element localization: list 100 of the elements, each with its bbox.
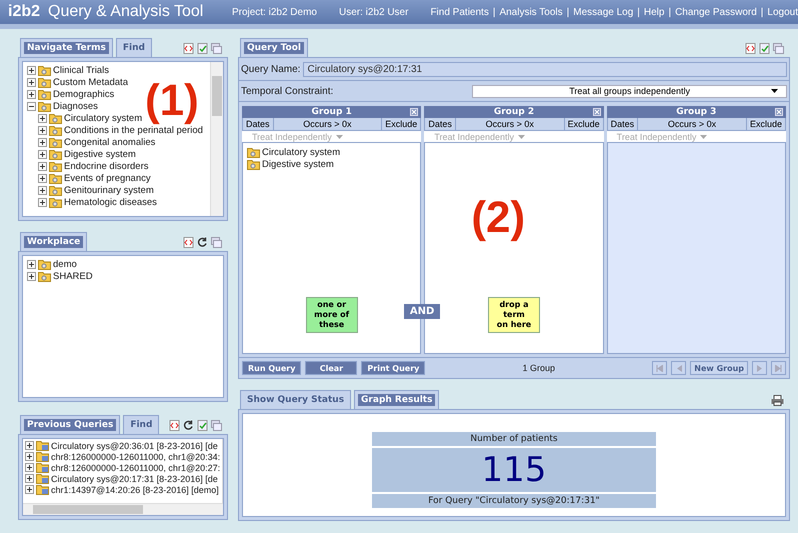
header-link[interactable]: Logout — [767, 6, 798, 18]
result-heading: Number of patients — [372, 432, 656, 446]
header-link[interactable]: Help — [644, 6, 664, 18]
plus-box-icon[interactable] — [25, 463, 34, 472]
tree-item[interactable]: chr1:14397@14:20:26 [8-23-2016] [demo] — [51, 484, 219, 494]
tree-item[interactable]: Circulatory system — [64, 112, 142, 124]
tree-item[interactable]: chr8:126000000-126011000, chr1@20:34: — [51, 452, 220, 462]
header-link[interactable]: Message Log — [573, 6, 634, 18]
tree-item[interactable]: Congenital anomalies — [64, 136, 156, 148]
exclude-button[interactable]: Exclude — [564, 118, 603, 130]
tree-item[interactable]: Genitourinary system — [64, 184, 154, 196]
concept-item[interactable]: Digestive system — [262, 158, 334, 170]
plus-box-icon[interactable] — [25, 485, 34, 494]
tree-item[interactable]: Hematologic diseases — [64, 196, 157, 208]
separator: | — [668, 6, 672, 18]
refresh-icon[interactable] — [183, 420, 194, 431]
tab[interactable]: Previous Queries — [20, 415, 120, 434]
check-icon[interactable] — [759, 43, 770, 54]
tab[interactable]: Show Query Status — [240, 390, 352, 409]
close-icon[interactable] — [774, 108, 783, 116]
plus-box-icon[interactable] — [27, 272, 36, 280]
scrollbar[interactable] — [210, 62, 223, 216]
patient-count: 115 — [372, 448, 656, 492]
minus-box-icon[interactable] — [27, 102, 36, 110]
dates-button[interactable]: Dates — [425, 118, 456, 130]
printer-icon[interactable] — [771, 395, 784, 406]
plus-box-icon[interactable] — [38, 186, 47, 194]
plus-box-icon[interactable] — [38, 114, 47, 122]
project-label: Project: i2b2 Demo — [232, 6, 317, 18]
xml-icon[interactable] — [169, 420, 180, 431]
tab[interactable]: Navigate Terms — [20, 38, 113, 57]
tree-item[interactable]: chr8:126000000-126011000, chr1@20:27: — [51, 462, 220, 472]
plus-box-icon[interactable] — [38, 198, 47, 206]
tab[interactable]: Find — [116, 38, 152, 57]
xml-icon[interactable] — [745, 43, 756, 54]
folder-icon — [49, 124, 62, 136]
plus-box-icon[interactable] — [38, 150, 47, 158]
header-link[interactable]: Find Patients — [430, 6, 489, 18]
folder-icon — [38, 258, 51, 270]
and-label: AND — [404, 304, 440, 319]
xml-icon[interactable] — [183, 43, 194, 54]
plus-box-icon[interactable] — [27, 78, 36, 86]
plus-box-icon[interactable] — [25, 452, 34, 461]
first-arrow-icon — [656, 364, 664, 372]
occurs-button[interactable]: Occurs > 0x — [638, 118, 747, 130]
plus-box-icon[interactable] — [38, 126, 47, 134]
occurs-button[interactable]: Occurs > 0x — [274, 118, 382, 130]
caret-icon[interactable] — [771, 88, 778, 94]
concept-item[interactable]: Circulatory system — [262, 146, 340, 158]
check-icon[interactable] — [197, 420, 208, 431]
horizontal-scrollbar[interactable] — [23, 503, 223, 515]
close-icon[interactable] — [410, 108, 418, 116]
tab[interactable]: Workplace — [20, 232, 88, 251]
tree-item[interactable]: Demographics — [53, 88, 114, 100]
folder-icon — [38, 100, 51, 112]
tree-item[interactable]: Conditions in the perinatal period — [64, 124, 203, 136]
tree-item[interactable]: Custom Metadata — [53, 76, 128, 88]
tree-item[interactable]: Circulatory sys@20:17:31 [8-23-2016] [de — [51, 474, 218, 484]
xml-icon[interactable] — [183, 237, 194, 248]
tree-item[interactable]: Diagnoses — [53, 100, 98, 112]
occurs-button[interactable]: Occurs > 0x — [456, 118, 565, 130]
plus-box-icon[interactable] — [25, 474, 34, 483]
plus-box-icon[interactable] — [27, 90, 36, 98]
plus-box-icon[interactable] — [38, 138, 47, 146]
refresh-icon[interactable] — [197, 237, 208, 248]
exclude-button[interactable]: Exclude — [382, 118, 420, 130]
scrollbar[interactable] — [222, 439, 223, 503]
tree-item[interactable]: Circulatory sys@20:36:01 [8-23-2016] [de — [51, 440, 218, 450]
tab[interactable]: Query Tool — [240, 38, 308, 57]
query-name-field[interactable]: Circulatory sys@20:17:31 — [303, 62, 787, 76]
tree-item[interactable]: Events of pregnancy — [64, 172, 151, 184]
tab[interactable]: Graph Results — [354, 390, 440, 409]
result-caption: For Query "Circulatory sys@20:17:31" — [372, 494, 656, 508]
tree-item[interactable]: Digestive system — [64, 148, 136, 160]
tree-item[interactable]: demo — [53, 258, 77, 270]
tree-item[interactable]: Clinical Trials — [53, 64, 109, 76]
toolbar-button[interactable]: Clear — [305, 361, 358, 375]
group-header: Group 3 — [606, 106, 786, 118]
exclude-button[interactable]: Exclude — [746, 118, 785, 130]
dates-button[interactable]: Dates — [608, 118, 638, 130]
toolbar-button[interactable]: Run Query — [242, 361, 302, 375]
query-folder-icon — [36, 440, 49, 451]
check-icon[interactable] — [197, 43, 208, 54]
plus-box-icon[interactable] — [38, 174, 47, 182]
tab[interactable]: Find — [123, 415, 160, 434]
toolbar-button[interactable]: Print Query — [361, 361, 426, 375]
plus-box-icon[interactable] — [27, 66, 36, 74]
header-link[interactable]: Change Password — [675, 6, 757, 18]
tree-item[interactable]: Endocrine disorders — [64, 160, 148, 172]
group-header: Group 1 — [242, 106, 422, 118]
plus-box-icon[interactable] — [27, 260, 36, 268]
tree-item[interactable]: SHARED — [53, 270, 93, 282]
dates-button[interactable]: Dates — [243, 118, 274, 130]
plus-box-icon[interactable] — [25, 441, 34, 450]
close-icon[interactable] — [592, 108, 601, 116]
new-group-button[interactable]: New Group — [690, 361, 748, 375]
header-link[interactable]: Analysis Tools — [499, 6, 563, 18]
temporal-dropdown[interactable]: Treat all groups independently — [472, 84, 787, 98]
app-title: Query & Analysis Tool — [48, 3, 204, 21]
plus-box-icon[interactable] — [38, 162, 47, 170]
